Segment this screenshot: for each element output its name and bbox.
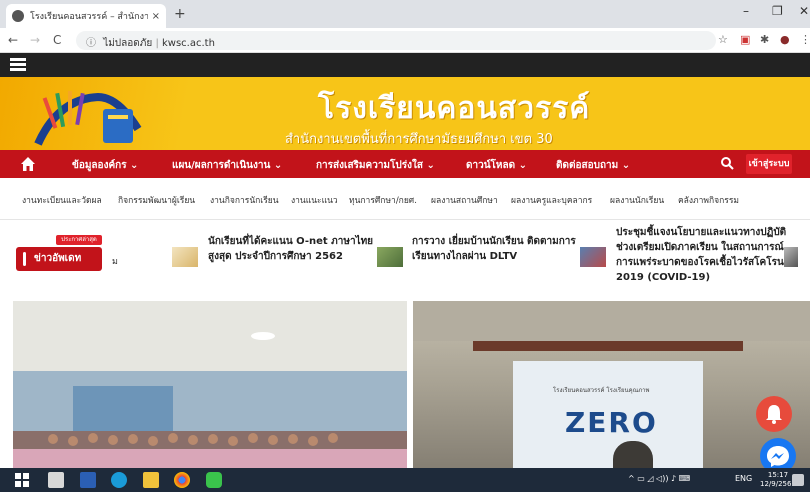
site-top-bar [0,53,810,77]
menu-item-about[interactable]: ข้อมูลองค์กร ⌄ [72,158,138,173]
projector-screen: โรงเรียนคอนสวรรค์ โรงเรียนคุณภาพ ZERO [513,361,703,468]
screen-caption: โรงเรียนคอนสวรรค์ โรงเรียนคุณภาพ [553,387,650,394]
news-thumbnail[interactable] [172,247,198,267]
menu-item-plans[interactable]: แผน/ผลการดำเนินงาน ⌄ [172,158,282,173]
system-tray-icons[interactable]: ^ ▭ ◿ ◁)) ♪ ⌨ [628,474,690,483]
back-button[interactable]: ← [8,33,18,47]
screen-logo: ZERO [565,406,658,439]
quicklink-activities[interactable]: กิจกรรมพัฒนาผู้เรียน [118,193,195,207]
notification-bell-button[interactable] [756,396,792,432]
profile-avatar-icon[interactable]: ● [780,33,790,46]
main-menu: ข้อมูลองค์กร ⌄ แผน/ผลการดำเนินงาน ⌄ การส… [0,150,810,178]
edge-icon[interactable] [111,472,127,488]
menu-item-download[interactable]: ดาวน์โหลด ⌄ [466,158,527,173]
extension-icon[interactable]: ▣ [740,33,750,46]
notification-center-icon[interactable] [792,474,804,486]
quicklink-gallery[interactable]: คลังภาพกิจกรรม [678,193,739,207]
quick-links-bar: งานทะเบียนและวัดผล กิจกรรมพัฒนาผู้เรียน … [0,178,810,220]
close-window-button[interactable]: ✕ [799,4,809,18]
school-name-title: โรงเรียนคอนสวรรค์ [318,91,591,126]
forward-button[interactable]: → [30,33,40,47]
news-update-label: ข่าวอัพเดท [16,247,102,271]
taskbar-clock[interactable]: 15:17 12/9/2563 [760,471,796,489]
site-favicon-icon [12,10,24,22]
bell-icon [766,405,782,424]
reload-button[interactable]: C [53,33,61,47]
more-menu-icon[interactable]: ⋮ [800,33,810,46]
menu-item-transparency[interactable]: การส่งเสริมความโปร่งใส ⌄ [316,158,435,173]
new-tab-button[interactable]: + [174,6,186,22]
tab-title: โรงเรียนคอนสวรรค์ – สำนักงานเขตพื้น [30,12,148,22]
browser-tab-strip: โรงเรียนคอนสวรรค์ – สำนักงานเขตพื้น × + … [0,0,810,28]
news-thumbnail[interactable] [580,247,606,267]
quicklink-registration[interactable]: งานทะเบียนและวัดผล [22,193,102,207]
group-photo-illustration [13,301,407,468]
quicklink-teacher-works[interactable]: ผลงานครูและบุคลากร [511,193,592,207]
photo-gallery: โรงเรียนคอนสวรรค์ โรงเรียนคุณภาพ ZERO [0,291,810,468]
browser-toolbar: ← → C ⓘ ไม่ปลอดภัย | kwsc.ac.th ☆ ▣ ✱ ● … [0,28,810,53]
quicklink-student-works[interactable]: ผลงานนักเรียน [610,193,664,207]
news-item-onet[interactable]: นักเรียนที่ได้คะแนน O-net ภาษาไทย สูงสุด… [208,234,373,264]
windows-start-icon[interactable] [14,472,30,488]
puzzle-icon[interactable]: ✱ [760,33,769,46]
maximize-button[interactable]: ❐ [772,4,783,18]
url-text: kwsc.ac.th [162,38,215,49]
security-label: ไม่ปลอดภัย [103,38,153,49]
bookmark-star-icon[interactable]: ☆ [718,33,728,46]
chrome-icon[interactable] [174,472,190,488]
school-subtitle: สำนักงานเขตพื้นที่การศึกษามัธยมศึกษา เขต… [285,132,553,147]
search-icon[interactable] [720,156,734,170]
latest-announcement-label: ประกาศล่าสุด [56,235,102,245]
news-thumbnail[interactable] [784,247,798,267]
quicklink-school-works[interactable]: ผลงานสถานศึกษา [431,193,498,207]
line-app-icon[interactable] [206,472,222,488]
menu-item-contact[interactable]: ติดต่อสอบถาม ⌄ [556,158,630,173]
login-button[interactable]: เข้าสู่ระบบ [746,154,792,174]
tab-close-button[interactable]: × [152,11,160,22]
quicklink-guidance[interactable]: งานแนะแนว [291,193,338,207]
hamburger-menu-icon[interactable] [10,58,26,72]
home-icon[interactable] [20,156,36,172]
info-icon[interactable]: ⓘ [86,38,96,49]
school-supplies-illustration-icon [34,91,142,146]
word-icon[interactable] [80,472,96,488]
gallery-photo-group[interactable] [13,301,407,468]
news-item-covid-meeting[interactable]: ประชุมชี้แจงนโยบายและแนวทางปฏิบัติ ช่วงเ… [616,225,789,285]
news-item-home-visit[interactable]: การวาง เยี่ยมบ้านนักเรียน ติดตามการ เรีย… [412,234,576,264]
windows-taskbar: ^ ▭ ◿ ◁)) ♪ ⌨ ENG 15:17 12/9/2563 [0,468,810,492]
news-fragment: ม [112,257,118,267]
browser-tab[interactable]: โรงเรียนคอนสวรรค์ – สำนักงานเขตพื้น × [6,4,166,28]
gallery-photo-meeting[interactable]: โรงเรียนคอนสวรรค์ โรงเรียนคุณภาพ ZERO [413,301,810,468]
file-explorer-icon[interactable] [143,472,159,488]
quicklink-student-affairs[interactable]: งานกิจการนักเรียน [210,193,279,207]
news-ticker: ประกาศล่าสุด ข่าวอัพเดท ม นักเรียนที่ได้… [0,221,810,291]
language-indicator[interactable]: ENG [735,474,752,483]
store-icon[interactable] [48,472,64,488]
quicklink-scholarship[interactable]: ทุนการศึกษา/กยศ. [349,193,417,207]
address-bar[interactable]: ⓘ ไม่ปลอดภัย | kwsc.ac.th [76,31,716,50]
news-thumbnail[interactable] [377,247,403,267]
site-banner: โรงเรียนคอนสวรรค์ สำนักงานเขตพื้นที่การศ… [0,77,810,150]
news-badge: ประกาศล่าสุด ข่าวอัพเดท [16,235,106,271]
minimize-button[interactable]: – [743,4,749,18]
